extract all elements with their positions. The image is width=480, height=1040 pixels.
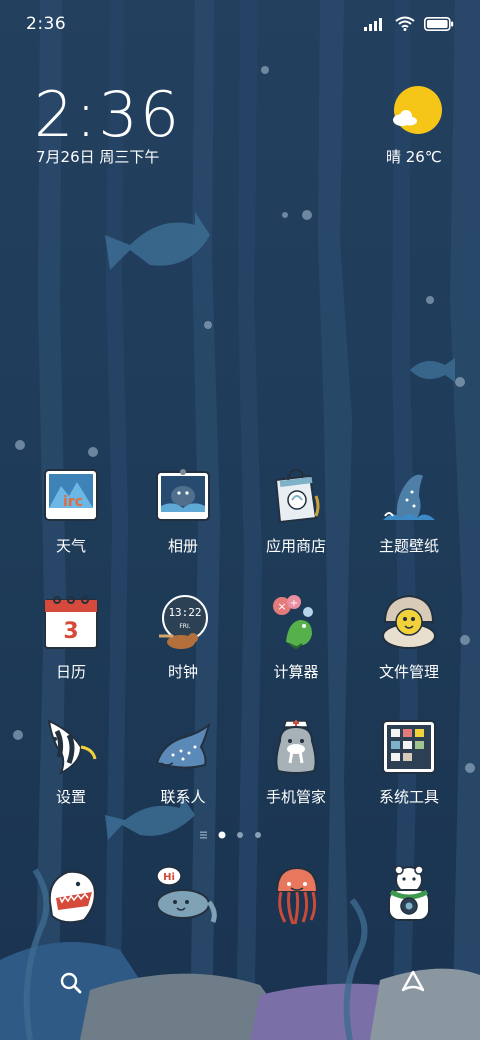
app-label: 设置 (55, 788, 86, 806)
page-indicator-menu-icon (200, 831, 207, 839)
assistant-icon[interactable] (400, 970, 426, 994)
dock-camera[interactable] (373, 862, 443, 932)
app-label: 日历 (55, 663, 86, 681)
app-themes[interactable]: 主题壁纸 (359, 466, 459, 576)
gallery-app-icon (156, 469, 210, 521)
app-contacts[interactable]: 联系人 (133, 717, 233, 827)
weather-app-icon: irc (44, 469, 98, 521)
calendar-day: 3 (63, 619, 78, 644)
clock-widget-time[interactable]: 2:36 (34, 78, 181, 151)
camera-app-icon (388, 865, 430, 921)
app-security[interactable]: 手机管家 (246, 717, 346, 827)
app-weather[interactable]: irc 天气 (21, 466, 121, 576)
battery-icon (424, 16, 454, 31)
app-calculator[interactable]: × + 计算器 (246, 592, 346, 702)
search-bar[interactable] (40, 960, 440, 1006)
app-label: 相册 (167, 537, 198, 555)
app-label: 主题壁纸 (378, 537, 439, 555)
contacts-app-icon (155, 722, 211, 769)
dock-phone[interactable] (38, 862, 108, 932)
app-gallery[interactable]: 相册 (133, 466, 233, 576)
clock-app-time: 13:22 (168, 606, 201, 619)
status-time: 2:36 (26, 14, 67, 34)
page-indicator[interactable] (200, 830, 280, 840)
app-label: 天气 (55, 537, 86, 555)
app-settings[interactable]: 设置 (21, 717, 121, 827)
phone-app-icon (48, 870, 96, 924)
app-label: 文件管理 (378, 663, 439, 681)
app-label: 手机管家 (265, 788, 326, 806)
app-label: 时钟 (167, 663, 198, 681)
search-icon[interactable] (60, 972, 82, 994)
svg-text:+: + (290, 598, 298, 609)
status-bar: 2:36 (0, 0, 480, 50)
dock-browser[interactable] (261, 862, 331, 932)
svg-text:×: × (277, 600, 286, 613)
app-clock[interactable]: 13:22 FRI. 时钟 (133, 592, 233, 702)
app-store-icon (274, 468, 320, 524)
page-dot (237, 832, 243, 838)
messages-app-icon: Hi (156, 866, 217, 923)
calculator-app-icon: × + (273, 595, 313, 650)
wifi-icon (395, 16, 415, 31)
security-app-icon (275, 720, 317, 774)
clock-app-day: FRI. (179, 623, 190, 630)
app-calendar[interactable]: 3 日历 (21, 592, 121, 702)
app-label: 联系人 (160, 788, 206, 806)
weather-text: 晴 26℃ (386, 148, 442, 166)
app-store[interactable]: 应用商店 (246, 466, 346, 576)
app-label: 应用商店 (265, 537, 326, 555)
page-dot-active (218, 831, 226, 839)
app-label: 计算器 (273, 663, 319, 681)
file-manager-icon (382, 594, 436, 649)
browser-app-icon (275, 866, 319, 925)
dock-messages[interactable]: Hi (149, 862, 219, 932)
clock-app-icon: 13:22 FRI. (159, 595, 208, 649)
svg-text:irc: irc (63, 494, 83, 510)
sun-cloud-icon[interactable] (390, 84, 444, 138)
signal-icon (364, 17, 382, 31)
app-label: 系统工具 (378, 788, 439, 806)
themes-app-icon (383, 474, 435, 520)
messages-badge-text: Hi (163, 872, 175, 883)
clock-widget-date: 7月26日 周三下午 (36, 148, 160, 166)
page-dot (255, 832, 261, 838)
calendar-app-icon: 3 (44, 596, 98, 649)
settings-app-icon (47, 719, 97, 776)
home-screen: 2:36 2:36 7月26日 周三下午 晴 26℃ irc 天气 相册 应用商… (0, 0, 480, 1040)
system-tools-icon (382, 720, 436, 774)
app-system-tools[interactable]: 系统工具 (359, 717, 459, 827)
app-file-manager[interactable]: 文件管理 (359, 592, 459, 702)
status-icons (364, 16, 454, 31)
